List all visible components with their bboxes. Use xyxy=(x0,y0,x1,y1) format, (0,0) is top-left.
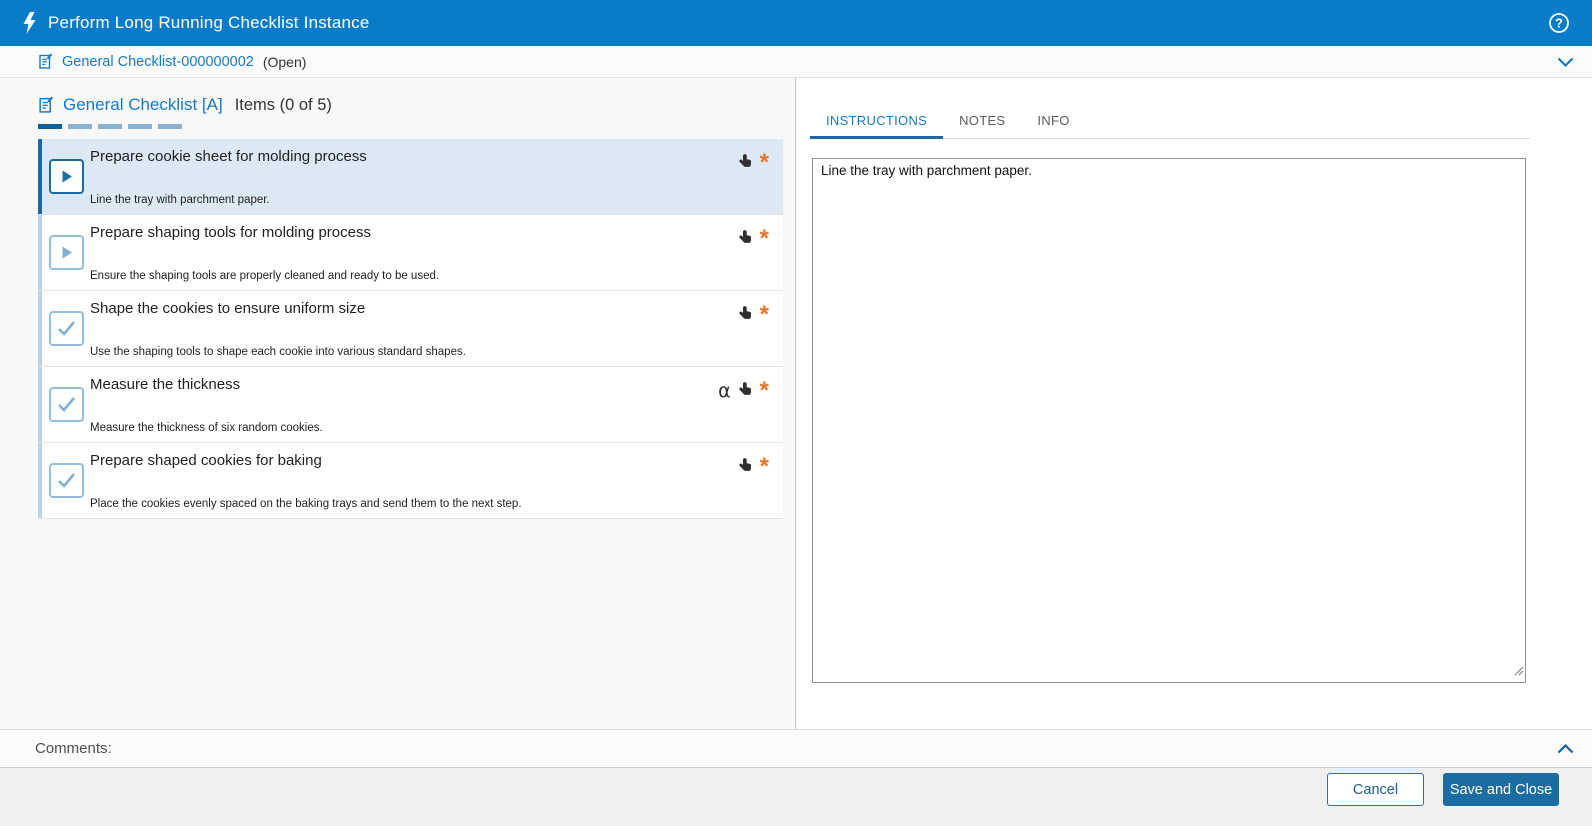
progress-segment xyxy=(38,124,62,129)
checklist-item[interactable]: Prepare shaping tools for molding proces… xyxy=(38,215,783,291)
progress-segment xyxy=(98,124,122,129)
checklist-instance-link[interactable]: General Checklist-000000002 xyxy=(62,54,254,70)
item-description: Place the cookies evenly spaced on the b… xyxy=(90,498,522,510)
item-status-strip xyxy=(38,367,42,442)
data-collection-hand-icon xyxy=(738,305,753,326)
items-count: Items (0 of 5) xyxy=(234,95,332,114)
item-title: Shape the cookies to ensure uniform size xyxy=(90,300,366,317)
title-bar: Perform Long Running Checklist Instance … xyxy=(0,0,1592,46)
item-description: Measure the thickness of six random cook… xyxy=(90,422,323,434)
chevron-up-icon[interactable] xyxy=(1557,741,1574,759)
complete-item-checkbox[interactable] xyxy=(49,311,84,346)
checklist-item[interactable]: Prepare shaped cookies for baking Place t… xyxy=(38,443,783,519)
instructions-area: Line the tray with parchment paper. xyxy=(812,158,1526,683)
perform-checklist-window: Perform Long Running Checklist Instance … xyxy=(0,0,1592,826)
detail-tabs: INSTRUCTIONS NOTES INFO xyxy=(810,107,1530,139)
tab-notes[interactable]: NOTES xyxy=(943,107,1021,138)
checklist-item[interactable]: Measure the thickness Measure the thickne… xyxy=(38,367,783,443)
comments-label: Comments: xyxy=(35,740,112,757)
footer-bar: Cancel Save and Close xyxy=(0,768,1592,826)
complete-item-checkbox[interactable] xyxy=(49,463,84,498)
required-asterisk: * xyxy=(759,377,769,404)
checklist-item-list: Prepare cookie sheet for molding process… xyxy=(38,139,783,519)
required-asterisk: * xyxy=(759,301,769,328)
item-description: Use the shaping tools to shape each cook… xyxy=(90,346,466,358)
start-item-button[interactable] xyxy=(49,159,84,194)
item-detail-panel: INSTRUCTIONS NOTES INFO Line the tray with… xyxy=(797,78,1592,729)
item-indicator-icons: * xyxy=(738,302,769,328)
page-title: Perform Long Running Checklist Instance xyxy=(48,13,370,32)
required-asterisk: * xyxy=(759,149,769,176)
save-and-close-button[interactable]: Save and Close xyxy=(1443,773,1559,806)
instructions-textarea[interactable]: Line the tray with parchment paper. xyxy=(812,158,1526,683)
item-indicator-icons: α * xyxy=(718,378,769,404)
cancel-button[interactable]: Cancel xyxy=(1327,773,1424,806)
item-status-strip xyxy=(38,291,42,366)
chevron-down-icon[interactable] xyxy=(1557,55,1574,73)
checklist-name-link[interactable]: General Checklist [A] xyxy=(63,95,223,115)
main-content: General Checklist [A] Items (0 of 5) Pre… xyxy=(0,78,1592,729)
item-indicator-icons: * xyxy=(738,150,769,176)
lightning-icon xyxy=(20,11,40,35)
svg-text:?: ? xyxy=(1555,16,1563,31)
item-indicator-icons: * xyxy=(738,226,769,252)
checklist-instance-header: General Checklist-000000002 (Open) xyxy=(0,46,1592,78)
checklist-item[interactable]: Prepare cookie sheet for molding process… xyxy=(38,139,783,215)
alpha-data-icon: α xyxy=(718,380,731,402)
help-icon[interactable]: ? xyxy=(1548,12,1570,34)
checklist-doc-icon xyxy=(38,53,54,70)
data-collection-hand-icon xyxy=(738,457,753,478)
checklist-items-panel: General Checklist [A] Items (0 of 5) Pre… xyxy=(0,78,796,729)
start-item-button[interactable] xyxy=(49,235,84,270)
progress-segment xyxy=(158,124,182,129)
item-title: Measure the thickness xyxy=(90,376,241,393)
checklist-doc-icon xyxy=(38,96,55,114)
item-title: Prepare cookie sheet for molding process xyxy=(90,148,367,165)
required-asterisk: * xyxy=(759,453,769,480)
item-title: Prepare shaping tools for molding proces… xyxy=(90,224,371,241)
data-collection-hand-icon xyxy=(738,381,753,402)
data-collection-hand-icon xyxy=(738,153,753,174)
item-title: Prepare shaped cookies for baking xyxy=(90,452,322,469)
tab-info[interactable]: INFO xyxy=(1021,107,1085,138)
item-description: Line the tray with parchment paper. xyxy=(90,194,270,206)
comments-bar[interactable]: Comments: xyxy=(0,729,1592,768)
item-status-strip xyxy=(38,215,42,290)
progress-segments xyxy=(38,124,182,129)
checklist-header: General Checklist [A] Items (0 of 5) xyxy=(38,95,332,115)
item-indicator-icons: * xyxy=(738,454,769,480)
progress-segment xyxy=(128,124,152,129)
checklist-item[interactable]: Shape the cookies to ensure uniform size… xyxy=(38,291,783,367)
item-description: Ensure the shaping tools are properly cl… xyxy=(90,270,440,282)
progress-segment xyxy=(68,124,92,129)
tab-instructions[interactable]: INSTRUCTIONS xyxy=(810,107,944,139)
status-badge: (Open) xyxy=(262,53,307,70)
item-status-strip xyxy=(38,443,42,518)
data-collection-hand-icon xyxy=(738,229,753,250)
item-status-strip xyxy=(38,139,42,214)
complete-item-checkbox[interactable] xyxy=(49,387,84,422)
required-asterisk: * xyxy=(759,225,769,252)
